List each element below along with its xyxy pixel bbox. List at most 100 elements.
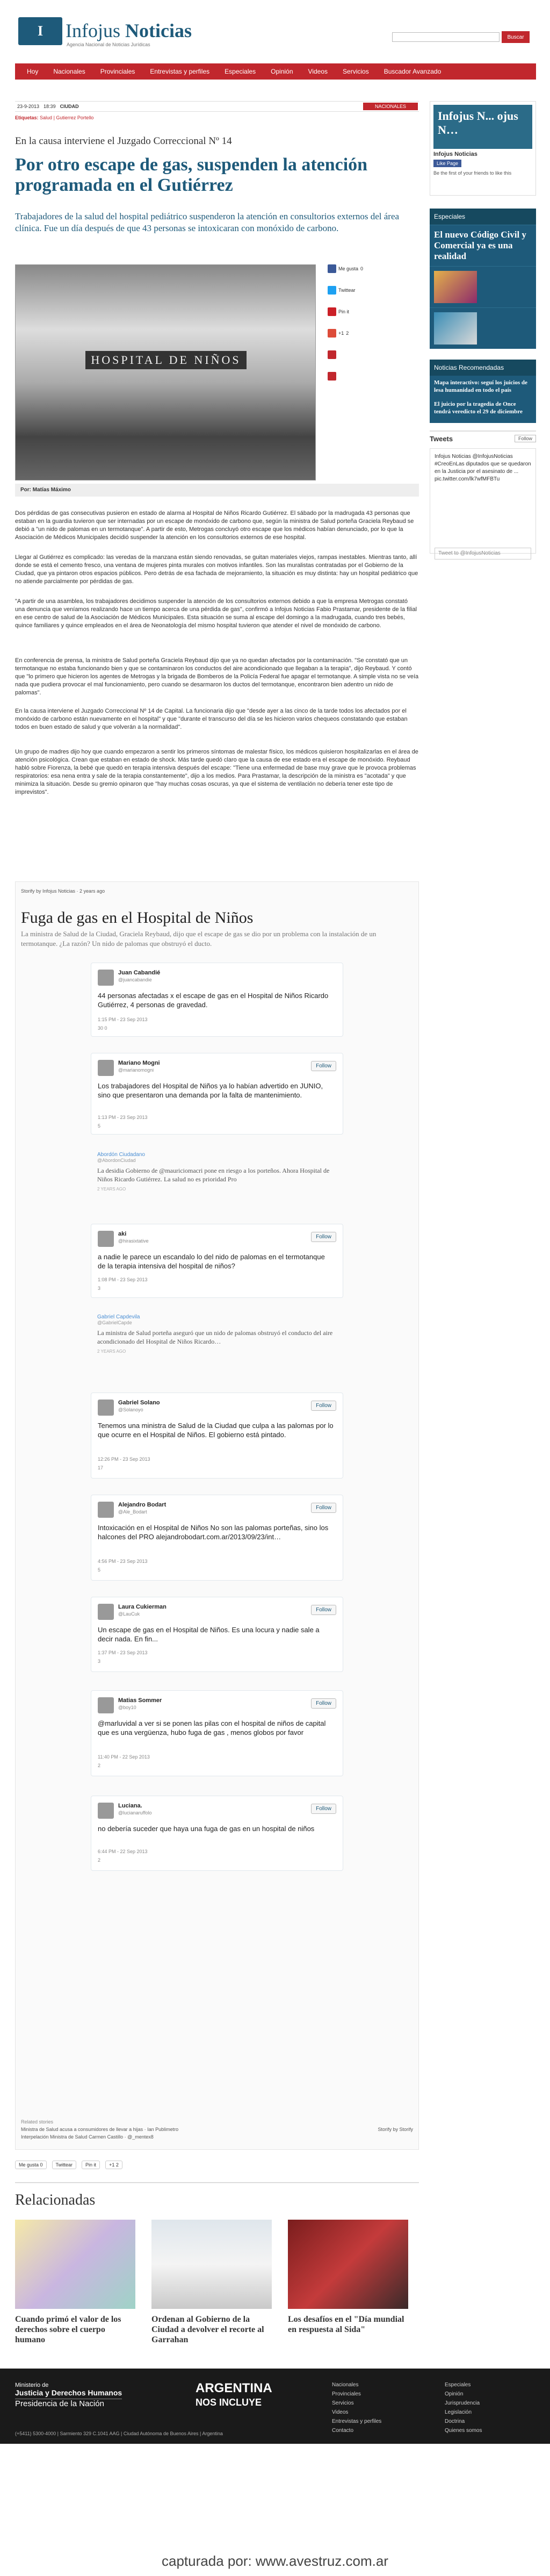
avatar[interactable] xyxy=(98,1231,114,1247)
share-pin-bottom[interactable]: Pin it xyxy=(82,2161,100,2169)
quote-author[interactable]: Gabriel Capdevila xyxy=(97,1314,337,1320)
especial-image[interactable] xyxy=(434,312,477,345)
avatar[interactable] xyxy=(98,1400,114,1416)
quote-author[interactable]: Abordón Ciudadano xyxy=(97,1152,337,1158)
tweet-handle[interactable]: @LauCuk xyxy=(118,1611,140,1617)
tag-salud[interactable]: Salud xyxy=(40,115,52,120)
follow-button[interactable]: Follow xyxy=(311,1804,336,1814)
argentina-logo[interactable]: ARGENTINA NOS INCLUYE xyxy=(196,2381,272,2409)
nav-item-opinion[interactable]: Opinión xyxy=(263,68,300,75)
tweet-handle[interactable]: @marianomogni xyxy=(118,1067,154,1073)
share-fb-bottom[interactable]: Me gusta 0 xyxy=(15,2161,47,2169)
related-story-2[interactable]: Interpelación Ministra de Salud Carmen C… xyxy=(21,2133,413,2141)
tweet-handle[interactable]: @hirasixtative xyxy=(118,1238,149,1244)
footer-link[interactable]: Especiales xyxy=(445,2380,482,2390)
especial-item[interactable] xyxy=(430,266,536,307)
storify-brand[interactable]: Storify by Storify xyxy=(378,2126,413,2133)
tweet-author[interactable]: Mariano Mogni xyxy=(118,1060,160,1066)
follow-button[interactable]: Follow xyxy=(311,1061,336,1071)
follow-button[interactable]: Follow xyxy=(311,1401,336,1411)
storify-by[interactable]: Storify by Infojus Noticias xyxy=(21,888,75,894)
footer-link[interactable]: Videos xyxy=(332,2408,381,2417)
nav-item-buscador[interactable]: Buscador Avanzado xyxy=(377,68,449,75)
related-item[interactable]: Ordenan al Gobierno de la Ciudad a devol… xyxy=(151,2220,272,2345)
follow-button[interactable]: Follow xyxy=(311,1503,336,1513)
section-badge[interactable]: NACIONALES xyxy=(363,103,418,110)
meta-section[interactable]: CIUDAD xyxy=(60,104,79,109)
gplus-button[interactable]: +1 2 xyxy=(328,329,419,338)
tweet-actions[interactable]: 3 xyxy=(98,1286,100,1291)
twitter-timeline-text[interactable]: Infojus Noticias @InfojusNoticias #CreoE… xyxy=(435,453,531,483)
tweet-date[interactable]: 1:15 PM - 23 Sep 2013 xyxy=(98,1017,148,1022)
nav-item-servicios[interactable]: Servicios xyxy=(335,68,377,75)
footer-link[interactable]: Jurisprudencia xyxy=(445,2399,482,2408)
nav-item-nacionales[interactable]: Nacionales xyxy=(46,68,92,75)
tweet-actions[interactable]: 17 xyxy=(98,1465,103,1470)
fb-page-name[interactable]: Infojus Noticias xyxy=(433,151,532,157)
twitter-follow-button[interactable]: Follow xyxy=(514,435,536,442)
avatar[interactable] xyxy=(98,1060,114,1076)
nav-item-videos[interactable]: Videos xyxy=(301,68,335,75)
avatar[interactable] xyxy=(98,1697,114,1713)
tweet-actions[interactable]: 2 xyxy=(98,1857,100,1863)
quote-handle[interactable]: @AbordonCiudad xyxy=(97,1158,337,1163)
tag-gutierrez[interactable]: Gutierrez Portello xyxy=(56,115,93,120)
pinterest-button[interactable]: Pin it xyxy=(328,307,419,316)
tweet-author[interactable]: Alejandro Bodart xyxy=(118,1502,166,1508)
tweet-date[interactable]: 12:26 PM - 23 Sep 2013 xyxy=(98,1456,150,1462)
search-input[interactable] xyxy=(392,32,500,42)
footer-link[interactable]: Provinciales xyxy=(332,2390,381,2399)
tweet-date[interactable]: 11:40 PM - 22 Sep 2013 xyxy=(98,1754,150,1760)
nav-item-entrevistas[interactable]: Entrevistas y perfiles xyxy=(142,68,217,75)
tweet-author[interactable]: aki xyxy=(118,1231,126,1237)
avatar[interactable] xyxy=(98,1502,114,1518)
especial-image[interactable] xyxy=(434,271,477,303)
nav-item-provinciales[interactable]: Provinciales xyxy=(93,68,143,75)
quote-handle[interactable]: @GabrielCapde xyxy=(97,1320,337,1325)
footer-link[interactable]: Quienes somos xyxy=(445,2426,482,2435)
tweet-handle[interactable]: @juancabandie xyxy=(118,977,152,982)
related-image[interactable] xyxy=(15,2220,135,2309)
footer-link[interactable]: Contacto xyxy=(332,2426,381,2435)
related-image[interactable] xyxy=(288,2220,408,2309)
print-button[interactable] xyxy=(328,350,419,359)
logo-mark[interactable]: I xyxy=(18,17,62,45)
logo-text[interactable]: Infojus Noticias xyxy=(66,19,192,42)
tweet-handle[interactable]: @boy10 xyxy=(118,1705,136,1710)
email-button[interactable] xyxy=(328,372,419,381)
tweet-actions[interactable]: 30 0 xyxy=(98,1025,107,1031)
avatar[interactable] xyxy=(98,970,114,986)
related-caption[interactable]: Ordenan al Gobierno de la Ciudad a devol… xyxy=(151,2314,272,2345)
related-caption[interactable]: Los desafíos en el "Día mundial en respu… xyxy=(288,2314,408,2335)
follow-button[interactable]: Follow xyxy=(311,1698,336,1709)
related-item[interactable]: Los desafíos en el "Día mundial en respu… xyxy=(288,2220,408,2345)
fb-banner[interactable]: Infojus N... ojus N… xyxy=(433,105,532,149)
fb-like-button[interactable]: Me gusta 0 xyxy=(328,264,419,273)
nav-item-hoy[interactable]: Hoy xyxy=(19,68,46,75)
share-tw-bottom[interactable]: Twittear xyxy=(52,2161,77,2169)
tweet-author[interactable]: Juan Cabandié xyxy=(118,970,160,976)
avatar[interactable] xyxy=(98,1604,114,1620)
especial-item[interactable]: El nuevo Código Civil y Comercial ya es … xyxy=(430,225,536,266)
footer-link[interactable]: Entrevistas y perfiles xyxy=(332,2417,381,2426)
follow-button[interactable]: Follow xyxy=(311,1605,336,1615)
follow-button[interactable]: Follow xyxy=(311,1232,336,1242)
footer-link[interactable]: Nacionales xyxy=(332,2380,381,2390)
tweet-date[interactable]: 1:08 PM - 23 Sep 2013 xyxy=(98,1277,148,1282)
tweet-author[interactable]: Gabriel Solano xyxy=(118,1400,160,1406)
avatar[interactable] xyxy=(98,1803,114,1819)
especial-title[interactable]: El nuevo Código Civil y Comercial ya es … xyxy=(434,229,532,262)
tweet-date[interactable]: 1:13 PM - 23 Sep 2013 xyxy=(98,1115,148,1120)
footer-link[interactable]: Legislación xyxy=(445,2408,482,2417)
tweet-actions[interactable]: 3 xyxy=(98,1659,100,1664)
related-story-1[interactable]: Ministra de Salud acusa a consumidores d… xyxy=(21,2126,413,2133)
tweet-author[interactable]: Matias Sommer xyxy=(118,1697,162,1704)
share-gp-bottom[interactable]: +1 2 xyxy=(105,2161,122,2169)
tweet-to-input[interactable]: Tweet to @InfojusNoticias xyxy=(435,548,531,559)
recomendada-item[interactable]: El juicio por la tragedia de Once tendrá… xyxy=(430,397,536,419)
search-button[interactable]: Buscar xyxy=(502,31,530,43)
tweet-handle[interactable]: @lucianaruffolo xyxy=(118,1810,152,1816)
related-item[interactable]: Cuando primó el valor de los derechos so… xyxy=(15,2220,135,2345)
tweet-author[interactable]: Laura Cukierman xyxy=(118,1604,167,1610)
tweet-actions[interactable]: 5 xyxy=(98,1123,100,1129)
